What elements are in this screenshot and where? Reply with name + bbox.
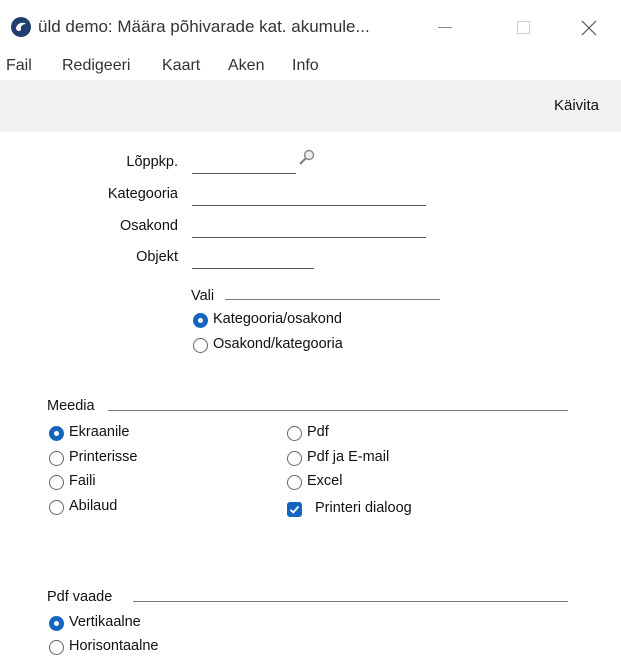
object-label: Objekt bbox=[136, 249, 178, 265]
radio-pdf-email[interactable] bbox=[287, 451, 302, 466]
radio-portrait[interactable] bbox=[49, 616, 64, 631]
pdf-view-title: Pdf vaade bbox=[47, 589, 113, 605]
radio-pdf[interactable] bbox=[287, 426, 302, 441]
run-button[interactable]: Käivita bbox=[554, 97, 599, 114]
category-underline bbox=[192, 205, 426, 206]
option-landscape[interactable]: Horisontaalne bbox=[69, 638, 158, 654]
menu-window[interactable]: Aken bbox=[228, 57, 264, 75]
maximize-button[interactable] bbox=[500, 10, 546, 44]
option-screen[interactable]: Ekraanile bbox=[69, 424, 129, 440]
option-file[interactable]: Faili bbox=[69, 473, 96, 489]
radio-clipboard[interactable] bbox=[49, 500, 64, 515]
radio-category-department[interactable] bbox=[193, 313, 208, 328]
category-label: Kategooria bbox=[107, 186, 178, 202]
radio-landscape[interactable] bbox=[49, 640, 64, 655]
menu-info[interactable]: Info bbox=[292, 57, 319, 75]
end-date-underline bbox=[192, 173, 296, 174]
option-pdf-email[interactable]: Pdf ja E-mail bbox=[307, 449, 389, 465]
department-field[interactable] bbox=[192, 220, 426, 238]
meedia-title: Meedia bbox=[47, 398, 95, 414]
department-underline bbox=[192, 237, 426, 238]
title-bar: üld demo: Määra põhivarade kat. akumule.… bbox=[0, 0, 621, 50]
menu-card[interactable]: Kaart bbox=[162, 57, 200, 75]
pdf-view-rule bbox=[133, 601, 568, 602]
radio-department-category[interactable] bbox=[193, 338, 208, 353]
end-date-field[interactable] bbox=[192, 156, 296, 174]
search-icon[interactable] bbox=[298, 148, 316, 166]
meedia-rule bbox=[108, 410, 568, 411]
menu-edit[interactable]: Redigeeri bbox=[62, 57, 130, 75]
radio-screen[interactable] bbox=[49, 426, 64, 441]
app-icon bbox=[11, 17, 31, 37]
close-button[interactable] bbox=[575, 10, 621, 44]
checkmark-icon bbox=[289, 505, 300, 514]
option-category-department[interactable]: Kategooria/osakond bbox=[213, 311, 342, 327]
minimize-button[interactable] bbox=[420, 10, 466, 44]
object-underline bbox=[192, 268, 314, 269]
printer-dialog-label[interactable]: Printeri dialoog bbox=[315, 500, 412, 516]
radio-printer[interactable] bbox=[49, 451, 64, 466]
object-field[interactable] bbox=[192, 251, 314, 269]
window-title: üld demo: Määra põhivarade kat. akumule.… bbox=[38, 17, 370, 36]
category-field[interactable] bbox=[192, 188, 426, 206]
toolbar: Käivita bbox=[0, 80, 621, 132]
radio-excel[interactable] bbox=[287, 475, 302, 490]
vali-title: Vali bbox=[191, 288, 215, 304]
option-department-category[interactable]: Osakond/kategooria bbox=[213, 336, 343, 352]
option-portrait[interactable]: Vertikaalne bbox=[69, 614, 141, 630]
option-printer[interactable]: Printerisse bbox=[69, 449, 138, 465]
end-date-label: Lõppkp. bbox=[126, 154, 178, 170]
vali-rule bbox=[225, 299, 440, 300]
option-clipboard[interactable]: Abilaud bbox=[69, 498, 117, 514]
close-icon bbox=[581, 20, 597, 36]
menu-bar: Fail Redigeeri Kaart Aken Info bbox=[0, 52, 621, 80]
printer-dialog-checkbox[interactable] bbox=[287, 502, 302, 517]
department-label: Osakond bbox=[119, 218, 178, 234]
menu-file[interactable]: Fail bbox=[6, 57, 32, 75]
option-excel[interactable]: Excel bbox=[307, 473, 342, 489]
option-pdf[interactable]: Pdf bbox=[307, 424, 329, 440]
radio-file[interactable] bbox=[49, 475, 64, 490]
